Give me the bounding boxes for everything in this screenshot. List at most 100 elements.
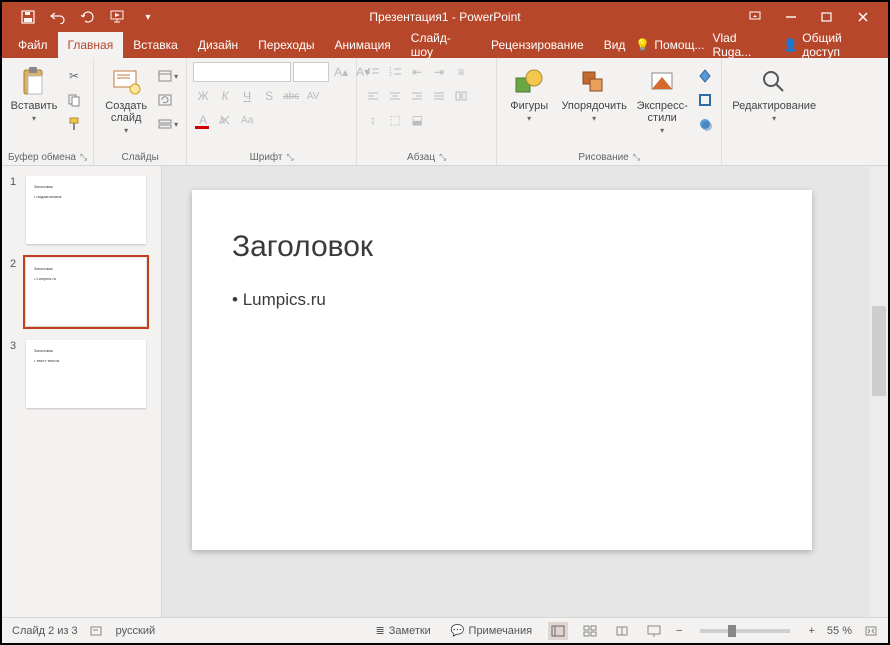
- new-slide-button[interactable]: Создать слайд ▾: [100, 62, 152, 135]
- slide-counter[interactable]: Слайд 2 из 3: [12, 625, 78, 637]
- thumbnail-row[interactable]: 1 Заголовок • подзаголовок: [10, 176, 153, 244]
- redo-icon[interactable]: [80, 9, 96, 25]
- undo-icon[interactable]: [50, 9, 66, 25]
- maximize-icon[interactable]: [820, 10, 834, 24]
- zoom-level[interactable]: 55 %: [827, 625, 852, 637]
- tab-home[interactable]: Главная: [58, 32, 124, 58]
- save-icon[interactable]: [20, 9, 36, 25]
- smartart-icon[interactable]: ⬓: [407, 110, 427, 130]
- zoom-in-button[interactable]: +: [808, 625, 814, 637]
- paragraph-caption: Абзац: [407, 152, 435, 163]
- align-left-icon[interactable]: [363, 86, 383, 106]
- normal-view-icon[interactable]: [548, 622, 568, 640]
- reading-view-icon[interactable]: [612, 622, 632, 640]
- scroll-thumb[interactable]: [872, 306, 886, 396]
- comments-button[interactable]: 💬Примечания: [447, 624, 536, 637]
- slide-canvas[interactable]: Заголовок Lumpics.ru: [192, 190, 812, 550]
- thumbnail-row[interactable]: 2 Заголовок • Lumpics.ru: [10, 258, 153, 326]
- increase-indent-icon[interactable]: ⇥: [429, 62, 449, 82]
- slide-content-placeholder[interactable]: Lumpics.ru: [232, 290, 326, 310]
- shape-effects-icon[interactable]: [695, 114, 715, 134]
- italic-button[interactable]: К: [215, 86, 235, 106]
- tab-view[interactable]: Вид: [594, 32, 636, 58]
- dialog-launcher-icon[interactable]: ⤡: [80, 152, 87, 163]
- clear-format-icon[interactable]: A: [215, 110, 235, 130]
- notes-label: Заметки: [389, 625, 431, 637]
- underline-button[interactable]: Ч: [237, 86, 257, 106]
- line-spacing-icon[interactable]: ≡: [451, 62, 471, 82]
- font-color-button[interactable]: A: [193, 110, 213, 130]
- tab-file[interactable]: Файл: [8, 32, 58, 58]
- thumb-number: 3: [10, 340, 20, 352]
- language-label[interactable]: русский: [116, 625, 155, 637]
- layout-button[interactable]: ▾: [156, 66, 180, 86]
- align-text-icon[interactable]: ⬚: [385, 110, 405, 130]
- font-size-combo[interactable]: [293, 62, 329, 82]
- zoom-out-button[interactable]: −: [676, 625, 682, 637]
- slide-thumbnail[interactable]: Заголовок • текст текста: [26, 340, 146, 408]
- ribbon-options-icon[interactable]: [748, 10, 762, 24]
- title-bar: ▾ Презентация1 - PowerPoint: [2, 2, 888, 32]
- qat-customize-icon[interactable]: ▾: [140, 9, 156, 25]
- slide-title-placeholder[interactable]: Заголовок: [232, 230, 373, 264]
- tell-me[interactable]: 💡Помощ...: [635, 38, 704, 52]
- editing-button[interactable]: Редактирование ▾: [728, 62, 820, 123]
- share-button[interactable]: 👤Общий доступ: [783, 31, 878, 59]
- align-center-icon[interactable]: [385, 86, 405, 106]
- slides-caption: Слайды: [100, 150, 180, 163]
- align-right-icon[interactable]: [407, 86, 427, 106]
- columns-icon[interactable]: [451, 86, 471, 106]
- start-from-beginning-icon[interactable]: [110, 9, 126, 25]
- justify-icon[interactable]: [429, 86, 449, 106]
- shape-outline-icon[interactable]: [695, 90, 715, 110]
- zoom-slider[interactable]: [700, 629, 790, 633]
- zoom-handle[interactable]: [728, 625, 736, 637]
- shapes-button[interactable]: Фигуры ▾: [503, 62, 555, 123]
- minimize-icon[interactable]: [784, 10, 798, 24]
- spellcheck-icon[interactable]: [90, 625, 104, 637]
- thumbnail-row[interactable]: 3 Заголовок • текст текста: [10, 340, 153, 408]
- cut-button[interactable]: ✂: [64, 66, 84, 86]
- copy-button[interactable]: [64, 90, 84, 110]
- section-button[interactable]: ▾: [156, 114, 180, 134]
- notes-button[interactable]: ≣Заметки: [372, 624, 435, 637]
- slide-thumbnail[interactable]: Заголовок • подзаголовок: [26, 176, 146, 244]
- reset-button[interactable]: [156, 90, 180, 110]
- dialog-launcher-icon[interactable]: ⤡: [633, 152, 640, 163]
- slideshow-view-icon[interactable]: [644, 622, 664, 640]
- char-spacing-button[interactable]: AV: [303, 86, 323, 106]
- dialog-launcher-icon[interactable]: ⤡: [439, 152, 446, 163]
- increase-font-icon[interactable]: A▴: [331, 62, 351, 82]
- strike-button[interactable]: abc: [281, 86, 301, 106]
- font-family-combo[interactable]: [193, 62, 291, 82]
- change-case-button[interactable]: Aa: [237, 110, 257, 130]
- share-icon: 👤: [783, 38, 798, 52]
- slide-canvas-area[interactable]: Заголовок Lumpics.ru: [162, 166, 888, 617]
- tab-slideshow[interactable]: Слайд-шоу: [401, 32, 481, 58]
- tab-review[interactable]: Рецензирование: [481, 32, 594, 58]
- account-user[interactable]: Vlad Ruga...: [712, 31, 775, 59]
- slide-thumbnail-selected[interactable]: Заголовок • Lumpics.ru: [26, 258, 146, 326]
- close-icon[interactable]: [856, 10, 870, 24]
- fit-to-window-icon[interactable]: [864, 625, 878, 637]
- shapes-icon: [513, 66, 545, 98]
- tab-insert[interactable]: Вставка: [123, 32, 188, 58]
- format-painter-button[interactable]: [64, 114, 84, 134]
- sorter-view-icon[interactable]: [580, 622, 600, 640]
- dialog-launcher-icon[interactable]: ⤡: [287, 152, 294, 163]
- bold-button[interactable]: Ж: [193, 86, 213, 106]
- tab-animations[interactable]: Анимация: [324, 32, 400, 58]
- tab-transitions[interactable]: Переходы: [248, 32, 324, 58]
- vertical-scrollbar[interactable]: [870, 166, 888, 617]
- numbering-icon[interactable]: 12: [385, 62, 405, 82]
- tab-design[interactable]: Дизайн: [188, 32, 248, 58]
- paste-button[interactable]: Вставить ▾: [8, 62, 60, 123]
- arrange-button[interactable]: Упорядочить ▾: [559, 62, 629, 123]
- quick-styles-button[interactable]: Экспресс- стили ▾: [633, 62, 691, 135]
- editing-label: Редактирование: [732, 100, 816, 112]
- text-direction-icon[interactable]: ↕: [363, 110, 383, 130]
- bullets-icon[interactable]: [363, 62, 383, 82]
- shadow-button[interactable]: S: [259, 86, 279, 106]
- shape-fill-icon[interactable]: [695, 66, 715, 86]
- decrease-indent-icon[interactable]: ⇤: [407, 62, 427, 82]
